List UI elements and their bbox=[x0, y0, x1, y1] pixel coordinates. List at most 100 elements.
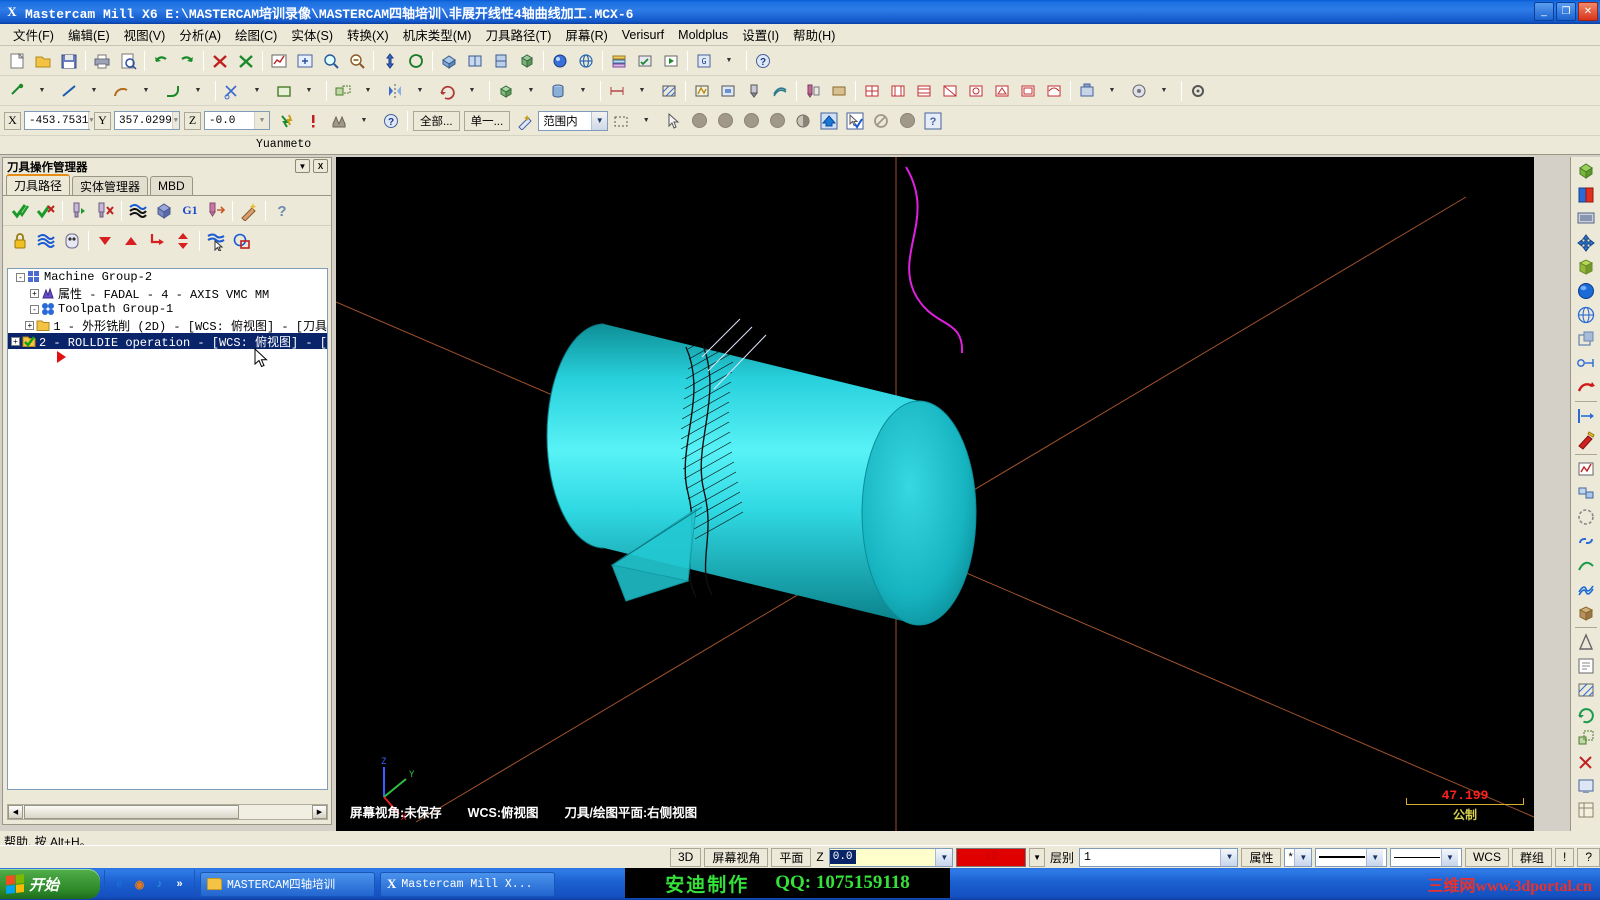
operations-tree[interactable]: - Machine Group-2 + 属性 - FADAL - 4 - AXIS V… bbox=[7, 268, 328, 790]
dropdown-caret-icon[interactable]: ▼ bbox=[718, 49, 742, 73]
toggle-toolpath-display-icon[interactable] bbox=[34, 229, 58, 253]
analyze-icon[interactable] bbox=[267, 49, 291, 73]
alert-button[interactable]: ! bbox=[1554, 847, 1575, 867]
color-swatch-button[interactable]: 12 bbox=[956, 847, 1027, 867]
mode-3d-button[interactable]: 3D bbox=[670, 847, 702, 867]
trim-icon[interactable] bbox=[220, 79, 244, 103]
dropdown-caret-icon[interactable]: ▼ bbox=[520, 79, 544, 103]
gnomon-icon[interactable] bbox=[327, 109, 351, 133]
control-def-icon[interactable] bbox=[1127, 79, 1151, 103]
settings-icon[interactable] bbox=[1186, 79, 1210, 103]
tree-expander[interactable]: - bbox=[30, 304, 39, 314]
menu-help[interactable]: 帮助(H) bbox=[786, 23, 842, 46]
z-depth-field[interactable]: 0.0 ▼ bbox=[828, 847, 954, 867]
x-input[interactable]: -453.7531 ▼ bbox=[24, 111, 94, 130]
tree-item[interactable]: +1 - 外形铣削 (2D) - [WCS: 俯视图] - [刀具 bbox=[8, 317, 327, 334]
chevron-down-icon[interactable]: ▼ bbox=[1220, 848, 1238, 866]
iso-view-icon[interactable] bbox=[1573, 159, 1599, 183]
menu-create[interactable]: 绘图(C) bbox=[228, 23, 284, 46]
top-view-icon[interactable] bbox=[437, 49, 461, 73]
create-point-icon[interactable] bbox=[5, 79, 29, 103]
scroll-thumb[interactable] bbox=[24, 805, 239, 819]
measure-icon[interactable] bbox=[1573, 351, 1599, 375]
select-all-button[interactable]: 全部... bbox=[413, 110, 460, 131]
create-fillet-icon[interactable] bbox=[161, 79, 185, 103]
chain-icon[interactable] bbox=[1573, 529, 1599, 553]
redo-icon[interactable] bbox=[175, 49, 199, 73]
grid-4-icon[interactable] bbox=[938, 79, 962, 103]
zoom-window-icon[interactable] bbox=[319, 49, 343, 73]
chevron-down-icon[interactable]: ▼ bbox=[171, 112, 179, 129]
chevron-down-icon[interactable]: ▼ bbox=[1440, 848, 1458, 866]
z-input[interactable]: -0.0 ▼ bbox=[204, 111, 270, 130]
menu-toolpaths[interactable]: 刀具路径(T) bbox=[478, 23, 558, 46]
chevron-down-icon[interactable]: ▼ bbox=[591, 111, 608, 130]
iso-view-icon[interactable] bbox=[515, 49, 539, 73]
range-mode-select[interactable]: 范围内 ▼ bbox=[538, 110, 609, 131]
z-coordinate-field[interactable]: Z -0.0 ▼ bbox=[184, 111, 270, 130]
grid-6-icon[interactable] bbox=[990, 79, 1014, 103]
home-view-icon[interactable] bbox=[817, 109, 841, 133]
zoom-out-icon[interactable] bbox=[345, 49, 369, 73]
shade-sphere-1-icon[interactable] bbox=[687, 109, 711, 133]
toolpath-surface-icon[interactable] bbox=[768, 79, 792, 103]
move-up-icon[interactable] bbox=[119, 229, 143, 253]
menu-file[interactable]: 文件(F) bbox=[6, 23, 61, 46]
dropdown-caret-icon[interactable]: ▼ bbox=[461, 79, 485, 103]
xform-rotate-icon[interactable] bbox=[435, 79, 459, 103]
scroll-left-button[interactable]: ◀ bbox=[8, 805, 23, 819]
grid-8-icon[interactable] bbox=[1042, 79, 1066, 103]
grid-1-icon[interactable] bbox=[860, 79, 884, 103]
hatch-pattern-icon[interactable] bbox=[1573, 678, 1599, 702]
tree-item[interactable]: +2 - ROLLDIE operation - [WCS: 俯视图] - [ bbox=[8, 333, 327, 350]
print-icon[interactable] bbox=[90, 49, 114, 73]
graphics-viewport[interactable]: Z Y X 屏幕视角:未保存 WCS:俯视图 刀具/绘图平面:右侧视图 47.1… bbox=[336, 157, 1534, 837]
shade-icon[interactable] bbox=[1573, 255, 1599, 279]
dropdown-caret-icon[interactable]: ▼ bbox=[83, 79, 107, 103]
open-file-icon[interactable] bbox=[31, 49, 55, 73]
hatch-icon[interactable] bbox=[657, 79, 681, 103]
tree-item[interactable]: - Machine Group-2 bbox=[8, 269, 327, 285]
delete-entity-icon[interactable] bbox=[208, 49, 232, 73]
point-style-select[interactable]: * ▼ bbox=[1284, 847, 1313, 867]
select-all-operations-icon[interactable] bbox=[8, 199, 32, 223]
verify-icon[interactable] bbox=[633, 49, 657, 73]
shade-sphere-2-icon[interactable] bbox=[713, 109, 737, 133]
undelete-icon[interactable] bbox=[234, 49, 258, 73]
move-down-icon[interactable] bbox=[93, 229, 117, 253]
warning-icon[interactable] bbox=[301, 109, 325, 133]
solid-extrude-icon[interactable] bbox=[494, 79, 518, 103]
toggle-posting-icon[interactable] bbox=[60, 229, 84, 253]
status-help-button[interactable]: ? bbox=[1577, 847, 1600, 867]
tree-item[interactable]: - Toolpath Group-1 bbox=[8, 301, 327, 317]
menu-analyze[interactable]: 分析(A) bbox=[172, 23, 228, 46]
bounding-box-icon[interactable] bbox=[1573, 327, 1599, 351]
dropdown-caret-icon[interactable]: ▼ bbox=[572, 79, 596, 103]
new-file-icon[interactable] bbox=[5, 49, 29, 73]
tab-mbd[interactable]: MBD bbox=[150, 176, 193, 195]
high-speed-toolpath-icon[interactable] bbox=[204, 199, 228, 223]
verify-operations-icon[interactable] bbox=[152, 199, 176, 223]
group-button[interactable]: 群组 bbox=[1511, 847, 1552, 867]
shade-toggle-icon[interactable] bbox=[548, 49, 572, 73]
menu-machine-type[interactable]: 机床类型(M) bbox=[396, 23, 479, 46]
media-player-icon[interactable]: ◉ bbox=[131, 876, 148, 893]
more-icon[interactable]: » bbox=[171, 876, 188, 893]
toolpath-pick-icon[interactable] bbox=[204, 229, 228, 253]
paint-icon[interactable] bbox=[1573, 428, 1599, 452]
pan-icon[interactable] bbox=[378, 49, 402, 73]
help-icon[interactable]: ? bbox=[751, 49, 775, 73]
chevron-down-icon[interactable]: ▼ bbox=[88, 112, 94, 129]
curve-icon[interactable] bbox=[1573, 553, 1599, 577]
dropdown-caret-icon[interactable]: ▼ bbox=[246, 79, 270, 103]
machine-def-icon[interactable] bbox=[1075, 79, 1099, 103]
level-manager-icon[interactable] bbox=[607, 49, 631, 73]
dropdown-caret-icon[interactable]: ▼ bbox=[631, 79, 655, 103]
dropdown-caret-icon[interactable]: ▼ bbox=[298, 79, 322, 103]
menu-solids[interactable]: 实体(S) bbox=[284, 23, 340, 46]
delete-dup-icon[interactable] bbox=[1573, 750, 1599, 774]
viewsheet-icon[interactable] bbox=[1573, 798, 1599, 822]
menu-edit[interactable]: 编辑(E) bbox=[61, 23, 117, 46]
dimension-icon[interactable] bbox=[605, 79, 629, 103]
fit-screen-icon[interactable] bbox=[1573, 404, 1599, 428]
